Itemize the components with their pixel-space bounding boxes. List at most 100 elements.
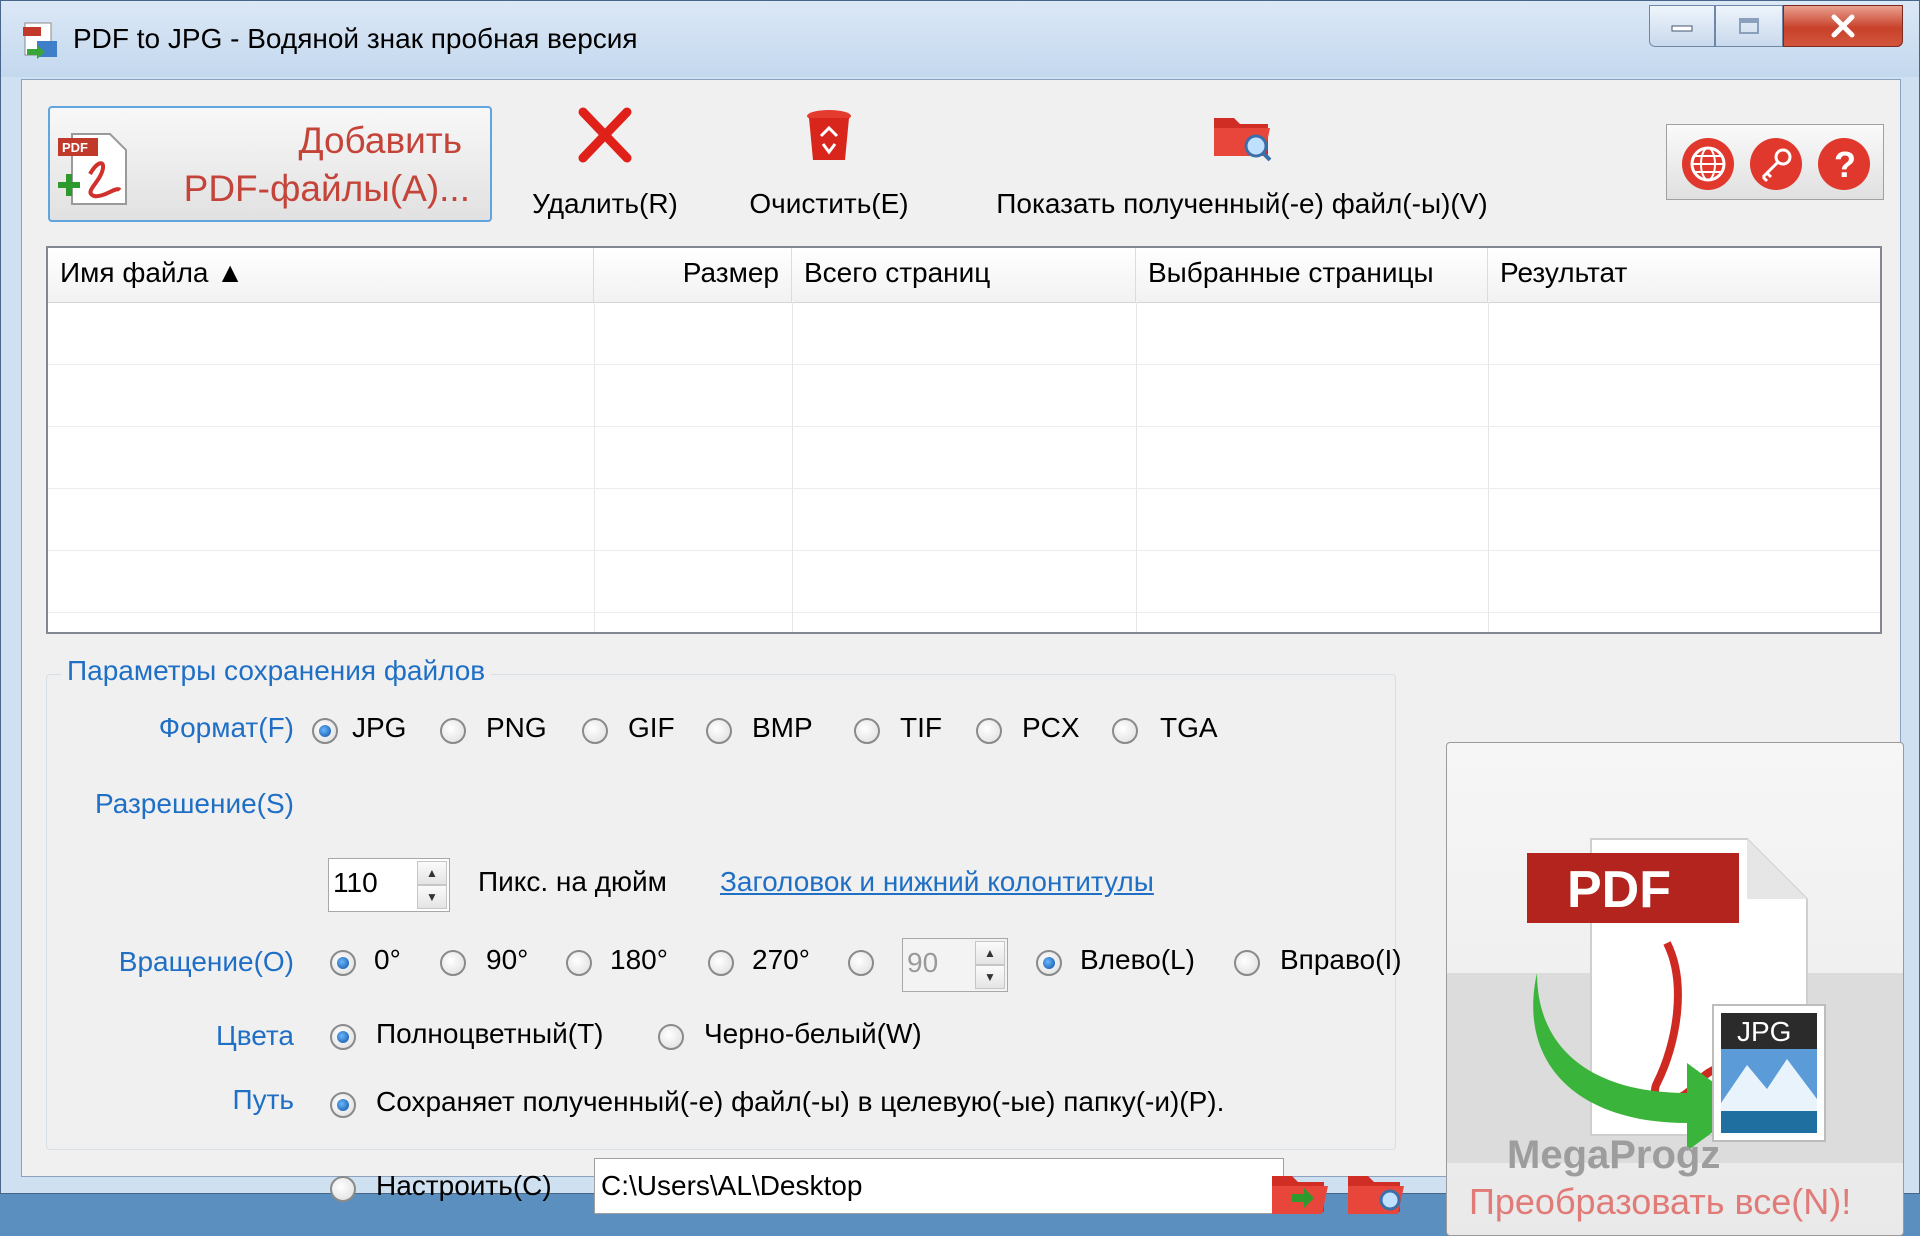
color-full-radio[interactable]	[330, 1024, 356, 1050]
path-custom-label: Настроить(C)	[376, 1170, 552, 1201]
help-button[interactable]: ?	[1815, 135, 1873, 193]
grid-line	[48, 550, 1880, 551]
rotation-label: Вращение(O)	[118, 946, 294, 977]
open-folder-icon	[1212, 106, 1272, 164]
right-toolbar: ?	[1666, 124, 1884, 200]
main-panel: PDF Добавить PDF-файлы(A)... Удалить(R)	[21, 79, 1904, 1236]
app-window: PDF to JPG - Водяной знак пробная версия	[0, 0, 1920, 1236]
grid-line	[792, 302, 793, 632]
delete-icon	[575, 106, 635, 164]
add-pdf-icon: PDF	[54, 130, 134, 210]
save-settings-group: Параметры сохранения файлов	[46, 655, 1396, 1150]
format-label: Формат(F)	[158, 712, 294, 743]
resolution-label: Разрешение(S)	[94, 788, 294, 819]
spin-up-icon[interactable]: ▲	[417, 861, 447, 885]
key-icon	[1750, 138, 1802, 190]
direction-right-label: Вправо(I)	[1280, 944, 1402, 975]
maximize-button[interactable]	[1715, 5, 1783, 47]
grid-line	[1136, 302, 1137, 632]
jpg-label: JPG	[1737, 1016, 1791, 1047]
globe-icon	[1682, 138, 1734, 190]
grid-line	[48, 612, 1880, 613]
convert-all-button[interactable]: Преобразовать все(N)!	[1469, 1181, 1851, 1223]
format-png-radio[interactable]	[440, 718, 466, 744]
pdf-label: PDF	[1567, 861, 1671, 919]
folder-search-icon	[1348, 1176, 1404, 1214]
rotation-270-radio[interactable]	[708, 950, 734, 976]
grid-line	[594, 302, 595, 632]
format-jpg-label: JPG	[352, 712, 407, 743]
format-jpg-radio[interactable]	[312, 718, 338, 744]
grid-line	[1488, 302, 1489, 632]
column-file-name[interactable]: Имя файла ▲	[48, 248, 594, 302]
color-bw-label: Черно-белый(W)	[704, 1018, 922, 1049]
format-gif-radio[interactable]	[582, 718, 608, 744]
registration-button[interactable]	[1747, 135, 1805, 193]
spin-down-icon[interactable]: ▼	[417, 885, 447, 909]
delete-label: Удалить(R)	[532, 188, 678, 219]
rotation-270-label: 270°	[752, 944, 810, 975]
rotation-90-label: 90°	[486, 944, 529, 975]
rotation-custom-radio[interactable]	[848, 950, 874, 976]
rotation-180-radio[interactable]	[566, 950, 592, 976]
path-target-radio[interactable]	[330, 1092, 356, 1118]
path-input[interactable]	[594, 1158, 1284, 1214]
format-pcx-radio[interactable]	[976, 718, 1002, 744]
spin-up-icon[interactable]: ▲	[975, 941, 1005, 965]
grid-line	[48, 426, 1880, 427]
add-pdf-label-line1: Добавить	[298, 120, 462, 161]
path-label: Путь	[232, 1084, 294, 1115]
format-gif-label: GIF	[628, 712, 675, 743]
rotation-0-label: 0°	[374, 944, 401, 975]
format-png-label: PNG	[486, 712, 547, 743]
spin-down-icon[interactable]: ▼	[975, 965, 1005, 989]
title-bar[interactable]: PDF to JPG - Водяной знак пробная версия	[1, 1, 1919, 77]
add-pdf-label-line2: PDF-файлы(A)...	[183, 168, 470, 209]
rotation-0-radio[interactable]	[330, 950, 356, 976]
close-button[interactable]	[1783, 5, 1903, 47]
convert-panel[interactable]: PDF JPG MegaProgz Преобразовать все(N)!	[1446, 742, 1904, 1236]
rotation-90-radio[interactable]	[440, 950, 466, 976]
header-footer-link[interactable]: Заголовок и нижний колонтитулы	[720, 866, 1154, 898]
format-pcx-label: PCX	[1022, 712, 1080, 743]
rotation-custom-value: 90	[907, 947, 939, 978]
column-result[interactable]: Результат	[1488, 248, 1880, 302]
path-custom-radio[interactable]	[330, 1176, 356, 1202]
color-bw-radio[interactable]	[658, 1024, 684, 1050]
format-bmp-radio[interactable]	[706, 718, 732, 744]
minimize-button[interactable]	[1649, 5, 1715, 47]
column-total-pages[interactable]: Всего страниц	[792, 248, 1136, 302]
table-header: Имя файла ▲ Размер Всего страниц Выбранн…	[48, 248, 1880, 303]
browse-folder-button[interactable]	[1270, 1166, 1330, 1218]
watermark-text: MegaProgz	[1507, 1133, 1721, 1177]
resolution-spinner[interactable]: 110 ▲ ▼	[328, 858, 450, 912]
folder-open-icon	[1272, 1176, 1328, 1214]
add-pdf-button[interactable]: PDF Добавить PDF-файлы(A)...	[48, 106, 492, 222]
pdf-to-jpg-illustration: PDF JPG	[1447, 838, 1903, 1163]
column-selected-pages[interactable]: Выбранные страницы	[1136, 248, 1488, 302]
clear-label: Очистить(E)	[749, 188, 909, 219]
direction-left-radio[interactable]	[1036, 950, 1062, 976]
delete-button[interactable]: Удалить(R)	[530, 100, 680, 220]
show-output-label: Показать полученный(-е) файл(-ы)(V)	[996, 188, 1488, 219]
rotation-custom-spinner[interactable]: 90 ▲ ▼	[902, 938, 1008, 992]
direction-right-radio[interactable]	[1234, 950, 1260, 976]
column-size[interactable]: Размер	[594, 248, 792, 302]
help-icon: ?	[1818, 138, 1870, 190]
colors-label: Цвета	[216, 1020, 294, 1051]
maximize-icon	[1716, 6, 1782, 46]
rotation-180-label: 180°	[610, 944, 668, 975]
svg-text:?: ?	[1834, 144, 1856, 185]
resolution-unit: Пикс. на дюйм	[478, 866, 667, 897]
format-tif-label: TIF	[900, 712, 942, 743]
format-bmp-label: BMP	[752, 712, 813, 743]
show-output-button[interactable]: Показать полученный(-е) файл(-ы)(V)	[972, 100, 1512, 220]
view-folder-button[interactable]	[1346, 1166, 1406, 1218]
recycle-bin-icon	[799, 106, 859, 164]
format-tif-radio[interactable]	[854, 718, 880, 744]
format-tga-radio[interactable]	[1112, 718, 1138, 744]
app-icon	[21, 21, 61, 61]
file-table[interactable]: Имя файла ▲ Размер Всего страниц Выбранн…	[46, 246, 1882, 634]
globe-button[interactable]	[1679, 135, 1737, 193]
clear-button[interactable]: Очистить(E)	[744, 100, 914, 220]
